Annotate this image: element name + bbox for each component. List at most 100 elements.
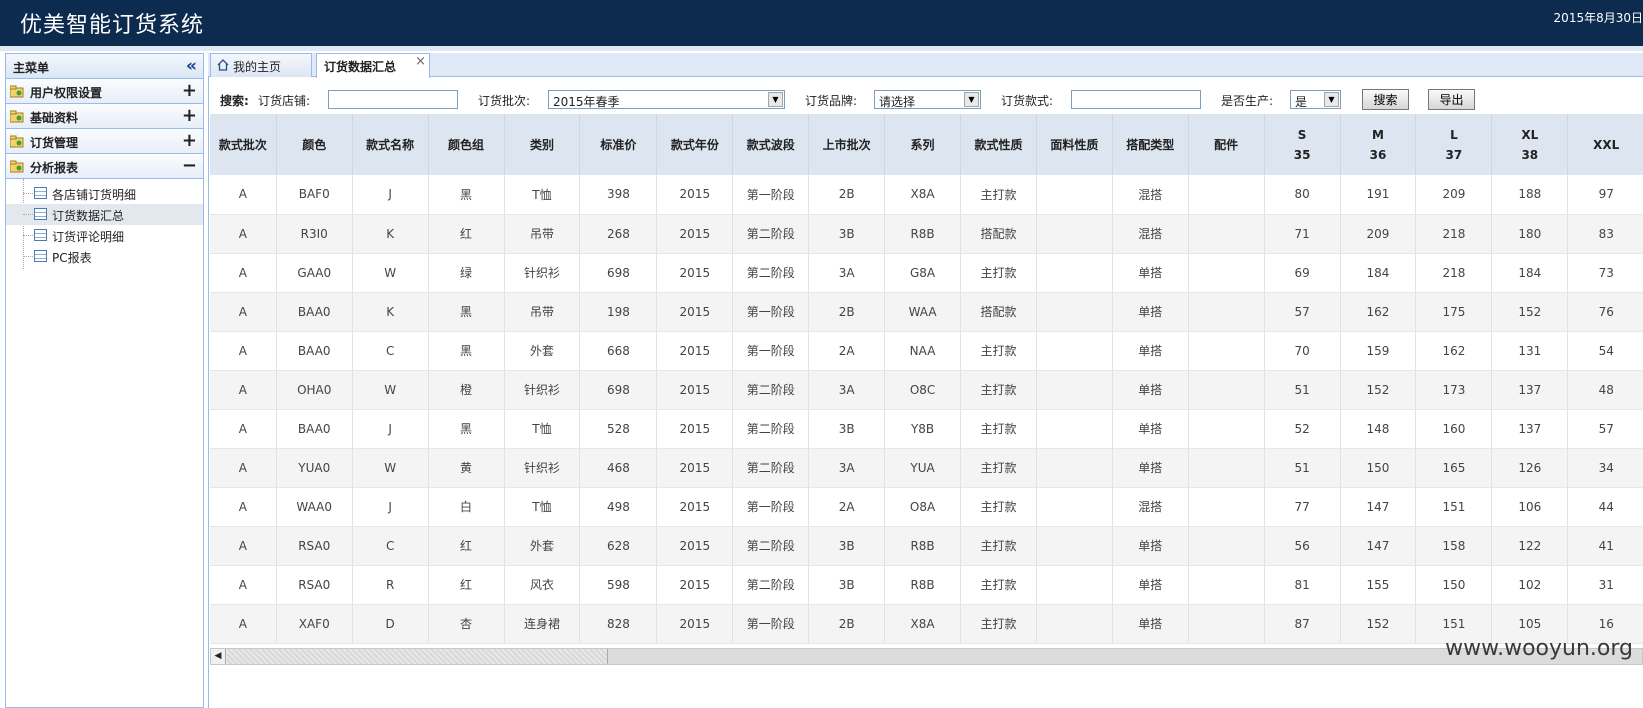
table-cell [1188,604,1265,644]
double-chevron-left-icon[interactable]: « [186,56,197,76]
table-cell: 黑 [428,175,505,215]
column-header: 系列 [884,114,961,175]
table-cell: 198 [579,292,658,332]
table-cell: 混搭 [1112,487,1189,527]
table-cell [1036,409,1113,449]
table-cell: 83 [1567,214,1643,254]
table-cell: YUA [884,448,961,488]
table-cell: 2B [808,175,886,215]
table-cell: 黑 [428,331,505,371]
table-cell: 第二阶段 [732,409,810,449]
size-code: 38 [1521,147,1539,162]
table-cell: XAF0 [276,604,353,644]
data-grid: 款式批次 颜色 款式名称 颜色组 类别 标准价 款式年份 款式波段 上市批次 系列 款式性质 面料性质… [210,114,1643,646]
column-header: 上市批次 [808,114,886,175]
table-cell [1036,331,1113,371]
minus-icon[interactable]: − [182,155,197,176]
column-header: 款式名称 [352,114,429,175]
table-row[interactable]: A YUA0 W 黄针织衫 468 2015 第二阶段 3A YUA 主打款 单搭 51 150 165 1… [210,448,1643,488]
table-cell: 黑 [428,409,505,449]
batch-select[interactable]: 2015年春季 ▼ [548,90,785,109]
tab-home[interactable]: 我的主页 [210,53,312,77]
column-header: 类别 [504,114,581,175]
table-cell [1036,253,1113,293]
table-row[interactable]: A OHA0 W 橙针织衫 698 2015 第二阶段 3A O8C 主打款 单搭 51 152 173 1… [210,370,1643,410]
table-cell: A [210,604,277,644]
table-row[interactable]: A BAA0 C 黑外套 668 2015 第一阶段 2A NAA 主打款 单搭 70 159 162 13… [210,331,1643,371]
scrollbar-track[interactable] [227,649,607,664]
table-cell: 34 [1567,448,1643,488]
export-button[interactable]: 导出 [1428,89,1475,110]
table-cell: R8B [884,526,961,566]
table-cell [1036,175,1113,215]
plus-icon[interactable]: + [182,130,197,151]
table-cell: 152 [1340,604,1417,644]
dropdown-arrow-icon: ▼ [964,92,979,107]
table-cell: G8A [884,253,961,293]
table-cell: 2A [808,487,886,527]
table-cell: 106 [1491,487,1569,527]
table-cell: A [210,565,277,605]
size-label: XL [1521,127,1539,142]
table-cell: 56 [1264,526,1341,566]
menu-group-analysis-reports[interactable]: 分析报表 − [6,154,203,179]
table-row[interactable]: A RSA0 R 红风衣 598 2015 第二阶段 3B R8B 主打款 单搭 81 155 150 10… [210,565,1643,605]
style-input[interactable] [1071,90,1201,109]
table-cell: 2015 [656,331,734,371]
horizontal-scrollbar[interactable]: ◀ [210,648,1643,665]
scroll-left-icon[interactable]: ◀ [211,649,226,664]
folder-key-icon [10,85,24,98]
sidebar-item-pc-report[interactable]: PC报表 [6,246,203,267]
plus-icon[interactable]: + [182,105,197,126]
sidebar-item-store-order-details[interactable]: 各店铺订货明细 [6,183,203,204]
menu-group-order-management[interactable]: 订货管理 + [6,129,203,154]
search-button[interactable]: 搜索 [1362,89,1409,110]
table-cell: 51 [1264,448,1341,488]
table-row[interactable]: A GAA0 W 绿针织衫 698 2015 第二阶段 3A G8A 主打款 单搭 69 184 218 1… [210,253,1643,293]
table-row[interactable]: A BAF0 J 黑 T恤 398 2015 第一阶段 2B X8A 主打款 混搭 80 191 209 18… [210,175,1643,215]
table-cell: 搭配款 [960,292,1037,332]
table-row[interactable]: A XAF0 D 杏连身裙 828 2015 第一阶段 2B X8A 主打款 单搭 87 152 151 1… [210,604,1643,644]
table-cell: C [352,526,429,566]
table-row[interactable]: A WAA0 J 白 T恤 498 2015 第一阶段 2A O8A 主打款 混搭 77 147 151 10… [210,487,1643,527]
table-cell: 第二阶段 [732,565,810,605]
table-cell: O8A [884,487,961,527]
sidebar-item-order-comments[interactable]: 订货评论明细 [6,225,203,246]
table-row[interactable]: A BAA0 J 黑 T恤 528 2015 第二阶段 3B Y8B 主打款 单搭 52 148 160 13… [210,409,1643,449]
brand-select[interactable]: 请选择 ▼ [874,90,981,109]
sidebar-item-label: 各店铺订货明细 [52,188,137,202]
table-cell: BAA0 [276,292,353,332]
table-cell: 209 [1340,214,1417,254]
table-cell: 2015 [656,370,734,410]
sidebar-item-order-summary[interactable]: 订货数据汇总 [6,204,203,225]
menu-group-user-permissions[interactable]: 用户权限设置 + [6,79,203,104]
table-cell: 单搭 [1112,448,1189,488]
store-input[interactable] [328,90,458,109]
table-cell: 87 [1264,604,1341,644]
table-cell: 单搭 [1112,331,1189,371]
table-cell: 单搭 [1112,409,1189,449]
table-cell: 2015 [656,565,734,605]
tab-order-summary[interactable]: 订货数据汇总 × [316,53,430,78]
table-cell: 77 [1264,487,1341,527]
size-label: XXL [1593,137,1620,152]
table-cell: 2015 [656,526,734,566]
column-header: 颜色 [276,114,353,175]
close-icon[interactable]: × [415,54,426,69]
table-cell: 152 [1340,370,1417,410]
plus-icon[interactable]: + [182,80,197,101]
table-cell: 598 [579,565,658,605]
column-header: 搭配类型 [1112,114,1189,175]
table-cell: 162 [1415,331,1493,371]
table-cell: 橙 [428,370,505,410]
menu-group-basic-data[interactable]: 基础资料 + [6,104,203,129]
produce-select[interactable]: 是 ▼ [1290,90,1341,109]
table-cell: 80 [1264,175,1341,215]
table-cell: 102 [1491,565,1569,605]
table-cell: OHA0 [276,370,353,410]
table-row[interactable]: A RSA0 C 红外套 628 2015 第二阶段 3B R8B 主打款 单搭 56 147 158 12… [210,526,1643,566]
table-cell: 针织衫 [504,370,581,410]
batch-select-value: 2015年春季 [553,95,620,109]
table-row[interactable]: A BAA0 K 黑吊带 198 2015 第一阶段 2B WAA 搭配款 单搭 57 162 175 15… [210,292,1643,332]
table-row[interactable]: A R3I0 K 红吊带 268 2015 第二阶段 3B R8B 搭配款 混搭 71 209 218 18… [210,214,1643,254]
